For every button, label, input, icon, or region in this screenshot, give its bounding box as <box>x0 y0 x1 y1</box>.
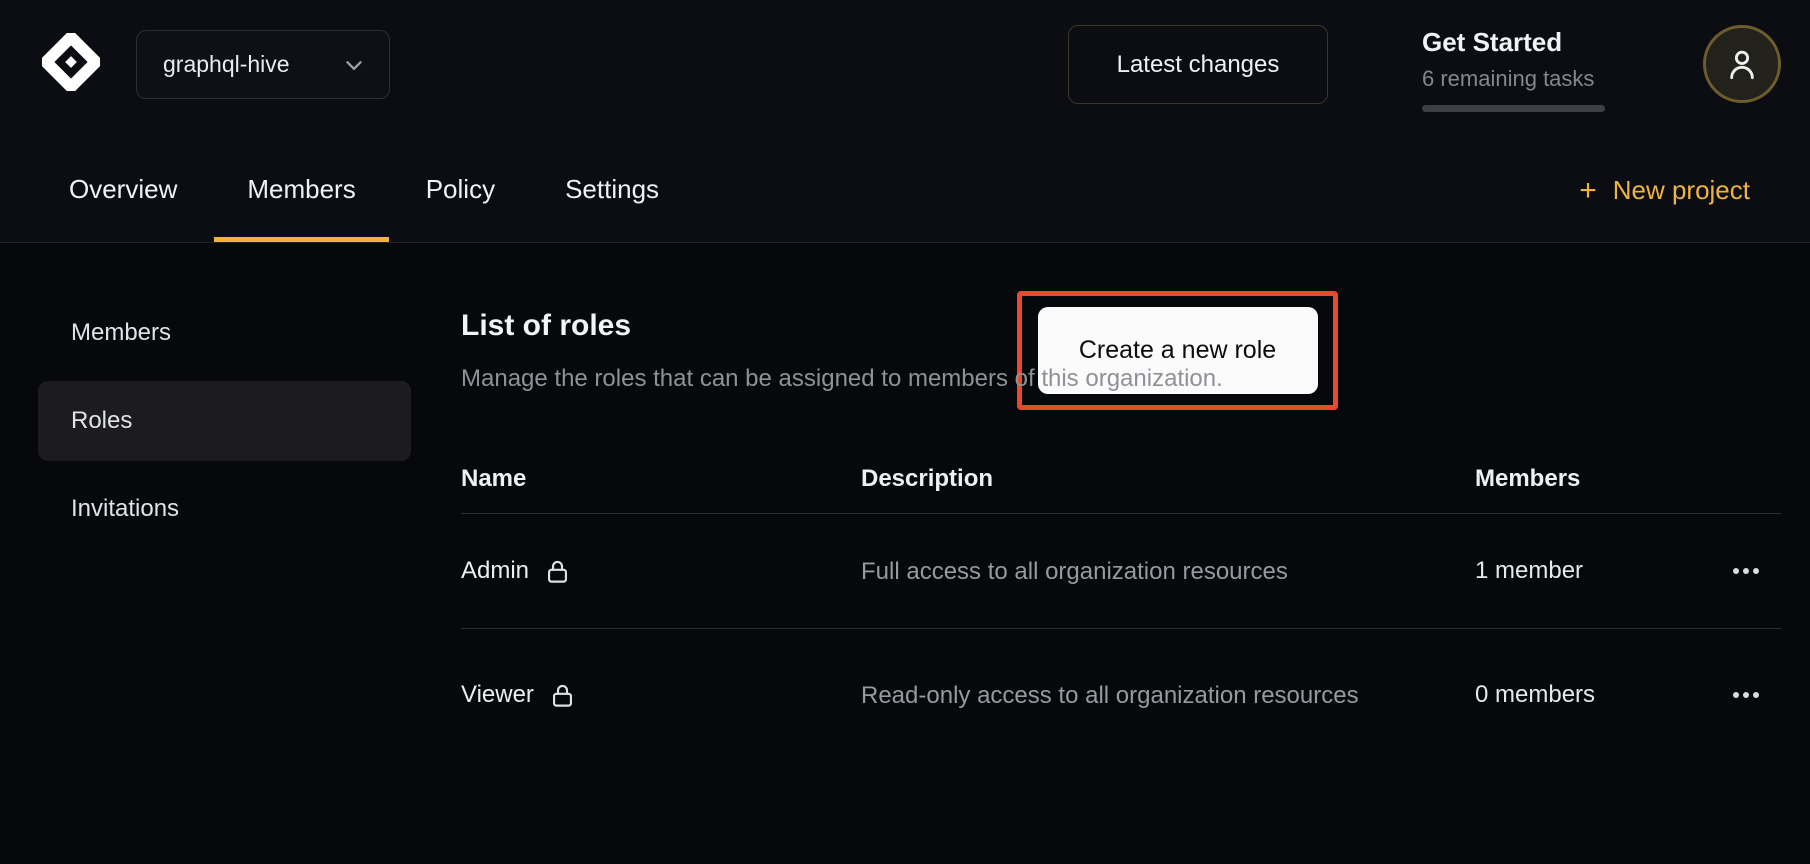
members-side-nav: Members Roles Invitations <box>38 293 411 557</box>
sidebar-item-members[interactable]: Members <box>38 293 411 373</box>
role-description: Read-only access to all organization res… <box>861 676 1366 715</box>
get-started-remaining-tasks: 6 remaining tasks <box>1422 66 1606 92</box>
table-row-viewer: Viewer Read-only access to all organizat… <box>461 629 1781 761</box>
app-header: graphql-hive Latest changes Get Started … <box>0 0 1810 243</box>
organization-name: graphql-hive <box>163 51 341 78</box>
tab-members[interactable]: Members <box>214 174 388 242</box>
latest-changes-label: Latest changes <box>1117 51 1280 79</box>
column-header-name: Name <box>461 465 861 493</box>
sidebar-item-invitations[interactable]: Invitations <box>38 469 411 549</box>
org-tab-bar: Overview Members Policy Settings <box>36 174 696 242</box>
role-description: Full access to all organization resource… <box>861 552 1366 591</box>
get-started-title: Get Started <box>1422 27 1606 58</box>
sidebar-item-roles[interactable]: Roles <box>38 381 411 461</box>
roles-main-panel: List of roles Manage the roles that can … <box>461 243 1781 761</box>
new-project-button[interactable]: + New project <box>1579 175 1750 206</box>
latest-changes-button[interactable]: Latest changes <box>1068 25 1328 104</box>
plus-icon: + <box>1579 178 1597 204</box>
user-menu-button[interactable] <box>1703 25 1781 103</box>
role-member-count: 1 member <box>1475 557 1710 585</box>
lock-icon <box>549 682 576 709</box>
page-title: List of roles <box>461 309 1781 343</box>
page-subtitle: Manage the roles that can be assigned to… <box>461 365 1781 393</box>
members-roles-page: Members Roles Invitations Create a new r… <box>0 243 1810 864</box>
tab-policy[interactable]: Policy <box>393 174 528 242</box>
role-name: Viewer <box>461 681 534 709</box>
chevron-down-icon <box>341 52 367 78</box>
column-header-description: Description <box>861 465 1475 493</box>
get-started-progress-bar <box>1422 105 1605 112</box>
roles-table: Name Description Members Admin Full ac <box>461 445 1781 761</box>
more-options-button[interactable] <box>1723 682 1769 708</box>
table-row-admin: Admin Full access to all organization re… <box>461 514 1781 628</box>
column-header-members: Members <box>1475 465 1710 493</box>
new-project-label: New project <box>1613 175 1750 206</box>
user-icon <box>1722 44 1762 84</box>
role-name: Admin <box>461 557 529 585</box>
more-options-button[interactable] <box>1723 558 1769 584</box>
roles-table-header: Name Description Members <box>461 445 1781 513</box>
hive-logo-icon[interactable] <box>38 29 104 95</box>
organization-selector[interactable]: graphql-hive <box>136 30 390 99</box>
lock-icon <box>544 558 571 585</box>
get-started-widget[interactable]: Get Started 6 remaining tasks <box>1422 27 1606 112</box>
tab-settings[interactable]: Settings <box>532 174 692 242</box>
role-member-count: 0 members <box>1475 681 1710 709</box>
tab-overview[interactable]: Overview <box>36 174 210 242</box>
